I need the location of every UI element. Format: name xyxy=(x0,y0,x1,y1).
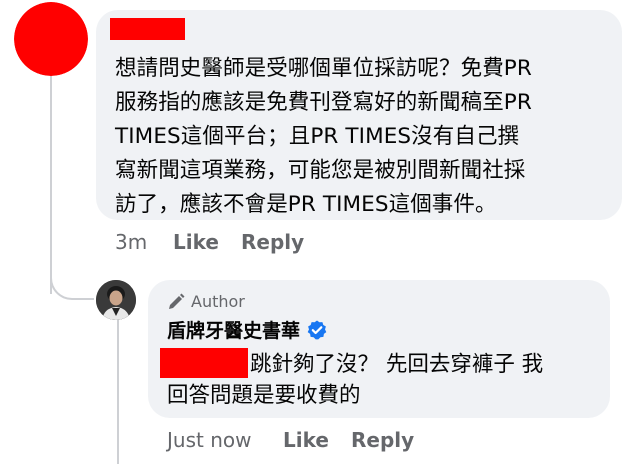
comment-text-line: 服務指的應該是免費刊登寫好的新聞稿至PR xyxy=(115,90,532,115)
reply-label: Reply xyxy=(241,230,305,254)
redacted-mention xyxy=(160,348,248,378)
like-label: Like xyxy=(283,428,329,452)
redacted-commenter-name xyxy=(110,18,185,40)
reply-button[interactable]: Reply xyxy=(241,230,304,254)
comment-timestamp: 3m xyxy=(115,230,148,254)
comment-text-line: TIMES這個平台；且PR TIMES沒有自己撰 xyxy=(115,124,520,149)
reply-text-line: 回答問題是要收費的 xyxy=(167,383,361,408)
verified-check-icon xyxy=(307,320,327,339)
author-badge: Author xyxy=(167,292,245,311)
like-button[interactable]: Like xyxy=(283,428,329,452)
reply-button[interactable]: Reply xyxy=(351,428,414,452)
comment-text-line: 寫新聞這項業務，可能您是被別間新聞社採 xyxy=(115,158,526,183)
reply-label: Reply xyxy=(351,428,415,452)
author-avatar[interactable] xyxy=(96,280,136,320)
pen-icon xyxy=(169,293,185,309)
reply-thread-line xyxy=(117,320,119,464)
commenter-avatar[interactable] xyxy=(14,2,88,76)
comment-text: 想請問史醫師是受哪個單位採訪呢？免費PR 服務指的應該是免費刊登寫好的新聞稿至P… xyxy=(115,52,615,222)
thread-connector xyxy=(50,262,94,300)
author-name[interactable]: 盾牌牙醫史書華 xyxy=(167,316,300,343)
like-label: Like xyxy=(173,230,219,254)
author-badge-label: Author xyxy=(191,292,245,311)
reply-timestamp: Just now xyxy=(167,428,252,452)
author-name-row[interactable]: 盾牌牙醫史書華 xyxy=(167,316,327,343)
like-button[interactable]: Like xyxy=(173,230,219,254)
reply-text-line: 跳針夠了沒？ 先回去穿褲子 我 xyxy=(250,352,544,377)
comment-text-line: 想請問史醫師是受哪個單位採訪呢？免費PR xyxy=(115,56,532,81)
comment-text-line: 訪了，應該不會是PR TIMES這個事件。 xyxy=(115,192,497,217)
